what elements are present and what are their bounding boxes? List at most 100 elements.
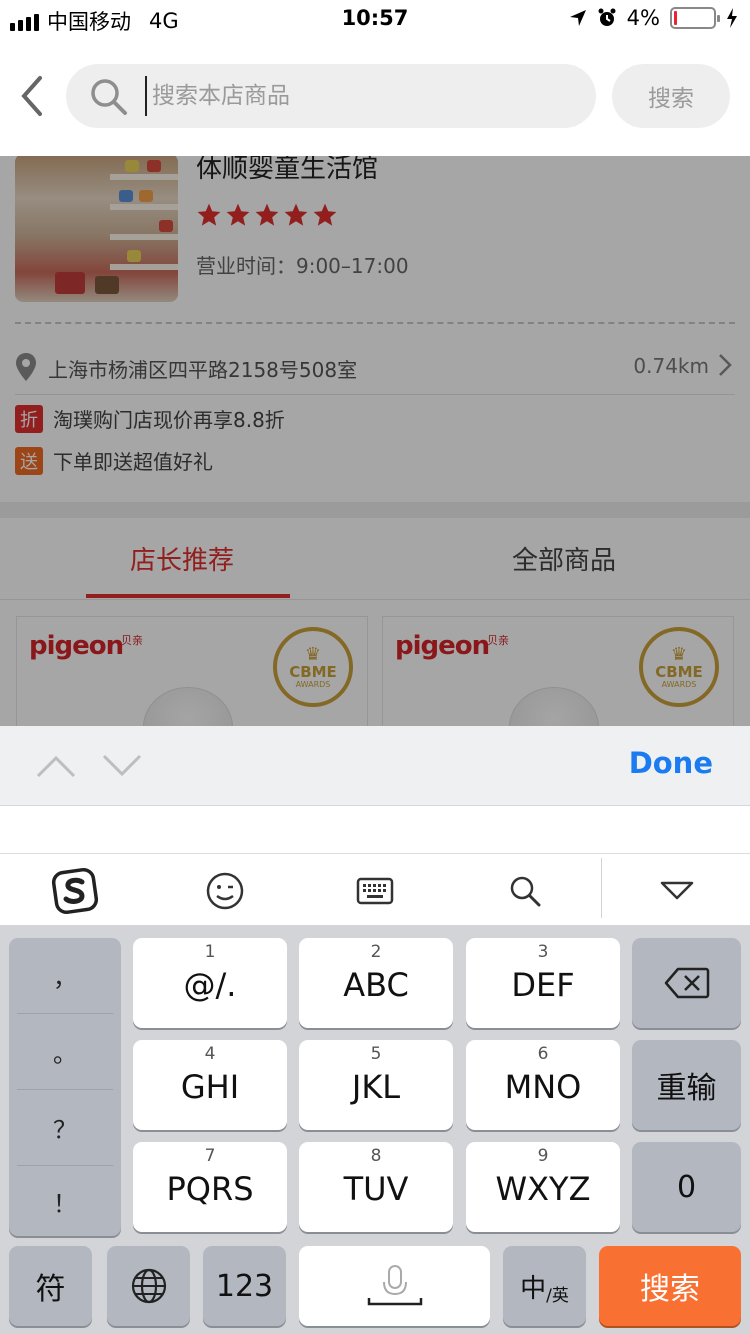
lang-sub-label: /英 <box>546 1285 569 1306</box>
composition-strip <box>0 806 750 854</box>
key-comma[interactable]: ， <box>9 938 121 1012</box>
key-question[interactable]: ？ <box>9 1090 121 1164</box>
back-button[interactable] <box>14 70 54 122</box>
ime-search-button[interactable] <box>500 866 550 916</box>
key-5[interactable]: 5 JKL <box>299 1040 453 1130</box>
business-hours: 营业时间：9:00–17:00 <box>196 254 409 278</box>
search-input[interactable] <box>152 74 572 118</box>
star-icon <box>313 203 337 226</box>
discount-tag-icon: 折 <box>15 404 43 433</box>
keyboard-accessory-bar: Done <box>0 726 750 806</box>
chevron-down-icon <box>102 754 142 777</box>
key-period[interactable]: 。 <box>9 1014 121 1088</box>
key-2[interactable]: 2 ABC <box>299 938 453 1028</box>
sogou-logo-icon <box>51 867 99 915</box>
location-arrow-icon <box>569 10 586 26</box>
globe-key[interactable] <box>107 1246 190 1326</box>
next-field-button[interactable] <box>102 748 142 784</box>
promo-discount: 折 淘璞购门店现价再享8.8折 <box>15 404 285 433</box>
key-0[interactable]: 0 <box>632 1142 741 1232</box>
star-icon <box>255 203 279 226</box>
star-icon <box>226 203 250 226</box>
symbols-key[interactable]: 符 <box>9 1246 92 1326</box>
location-pin-icon <box>16 353 36 381</box>
brand-sub: 贝亲 <box>487 634 509 647</box>
key-1[interactable]: 1 @/. <box>133 938 287 1028</box>
key-exclamation[interactable]: ！ <box>9 1164 121 1238</box>
promo-text: 淘璞购门店现价再享8.8折 <box>53 408 285 432</box>
backspace-icon <box>664 967 709 999</box>
promo-text: 下单即送超值好礼 <box>53 450 213 474</box>
globe-icon <box>131 1268 166 1304</box>
ime-toolbar <box>0 854 750 926</box>
shop-photo[interactable] <box>15 156 178 302</box>
product-tabs: 店长推荐 全部商品 <box>0 518 750 600</box>
search-icon <box>510 876 541 907</box>
brand-sub: 贝亲 <box>121 634 143 647</box>
search-header: 搜索 <box>0 40 750 156</box>
gift-tag-icon: 送 <box>15 446 43 475</box>
key-9[interactable]: 9 WXYZ <box>466 1142 620 1232</box>
microphone-icon <box>367 1265 422 1306</box>
text-caret <box>145 76 147 116</box>
promo-gift: 送 下单即送超值好礼 <box>15 446 213 475</box>
alarm-icon <box>598 8 616 26</box>
hide-keyboard-button[interactable] <box>652 866 702 916</box>
battery-percent: 4% <box>626 6 660 30</box>
address-row[interactable]: 上海市杨浦区四平路2158号508室 0.74km <box>15 348 735 388</box>
product-card[interactable]: pigeon 贝亲 ♛ CBME AWARDS <box>382 616 734 726</box>
divider <box>601 858 602 918</box>
charging-bolt-icon <box>727 8 737 28</box>
shop-page: 体顺婴童生活馆 营业时间：9:00–17:00 上海市杨浦区四平路2158号50… <box>0 156 750 726</box>
key-6[interactable]: 6 MNO <box>466 1040 620 1130</box>
emoji-button[interactable] <box>200 866 250 916</box>
key-7[interactable]: 7 PQRS <box>133 1142 287 1232</box>
brand-logo: pigeon <box>29 631 124 661</box>
triangle-down-icon <box>660 881 694 900</box>
product-image <box>143 687 233 726</box>
key-3[interactable]: 3 DEF <box>466 938 620 1028</box>
previous-field-button[interactable] <box>36 748 76 784</box>
status-bar: 中国移动 4G 10:57 4% <box>0 0 750 40</box>
keyboard-switch-button[interactable] <box>350 866 400 916</box>
language-key[interactable]: 中/英 <box>503 1246 586 1326</box>
search-key[interactable]: 搜索 <box>599 1246 741 1326</box>
star-icon <box>284 203 308 226</box>
chevron-left-icon <box>21 76 42 116</box>
search-box[interactable] <box>66 64 596 128</box>
key-4[interactable]: 4 GHI <box>133 1040 287 1130</box>
lang-main-label: 中 <box>520 1273 547 1304</box>
divider <box>15 394 735 395</box>
divider <box>15 322 735 324</box>
chevron-up-icon <box>36 755 76 778</box>
search-icon <box>91 79 127 115</box>
shop-name: 体顺婴童生活馆 <box>196 156 379 184</box>
emoji-icon <box>206 872 244 910</box>
award-badge: ♛ CBME AWARDS <box>273 627 353 707</box>
backspace-key[interactable] <box>632 938 741 1028</box>
brand-logo: pigeon <box>395 631 490 661</box>
keyboard-icon <box>356 877 394 905</box>
shop-address: 上海市杨浦区四平路2158号508室 <box>48 358 358 382</box>
key-8[interactable]: 8 TUV <box>299 1142 453 1232</box>
award-badge: ♛ CBME AWARDS <box>639 627 719 707</box>
done-button[interactable]: Done <box>629 746 713 780</box>
retype-key[interactable]: 重输 <box>632 1040 741 1130</box>
crown-icon: ♛ <box>304 643 322 665</box>
space-key[interactable] <box>299 1246 490 1326</box>
sogou-logo-button[interactable] <box>50 866 100 916</box>
punctuation-column: ， 。 ？ ！ <box>9 938 121 1236</box>
shop-distance: 0.74km <box>633 354 709 378</box>
rating-stars <box>196 202 338 228</box>
tab-all-products[interactable]: 全部商品 <box>512 540 616 577</box>
star-icon <box>197 203 221 226</box>
active-tab-indicator <box>86 594 290 598</box>
t9-keyboard: ， 。 ？ ！ 1 @/. 2 ABC 3 DEF 4 GHI 5 JKL 6 … <box>0 926 750 1334</box>
product-card[interactable]: pigeon 贝亲 ♛ CBME AWARDS <box>16 616 368 726</box>
section-gap <box>0 502 750 518</box>
search-button[interactable]: 搜索 <box>612 64 730 128</box>
numbers-key[interactable]: 123 <box>203 1246 286 1326</box>
product-grid: pigeon 贝亲 ♛ CBME AWARDS pigeon 贝亲 ♛ CBME… <box>0 608 750 726</box>
crown-icon: ♛ <box>670 643 688 665</box>
tab-recommended[interactable]: 店长推荐 <box>130 540 234 577</box>
